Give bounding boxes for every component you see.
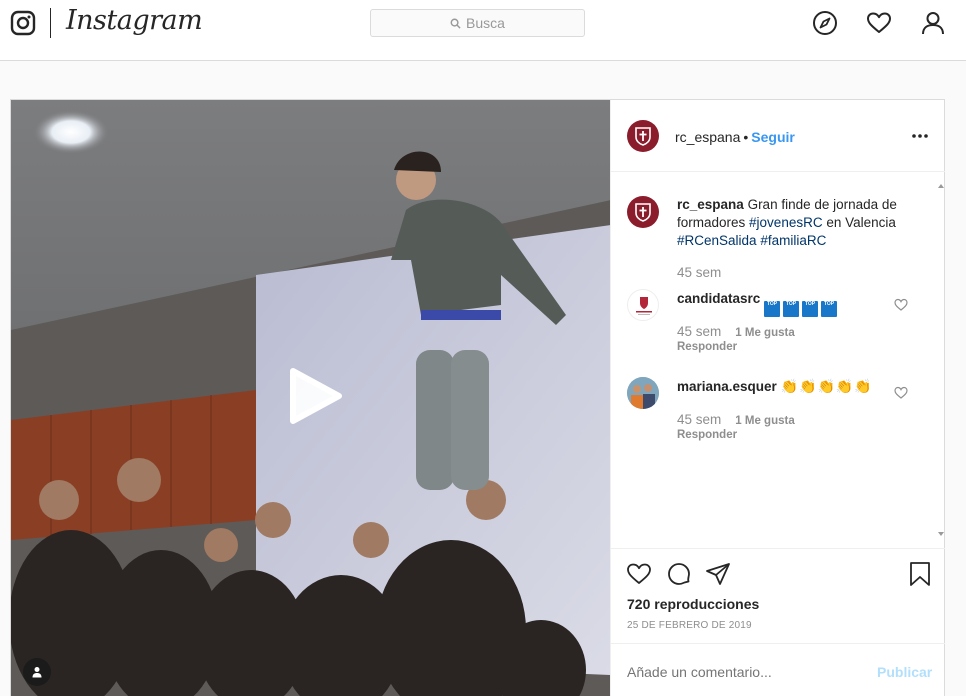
candidatas-logo-icon (636, 297, 652, 315)
comment-input[interactable] (627, 664, 847, 680)
caption-timestamp[interactable]: 45 sem (677, 265, 721, 280)
top-emoji-badge: TOP (764, 301, 781, 317)
clap-emoji: 👏 (799, 378, 817, 394)
top-navigation-bar: Instagram Busca (0, 0, 966, 61)
top-emoji-badge: TOP (821, 301, 838, 317)
logo-divider (50, 8, 51, 38)
reply-button[interactable]: Responder (677, 429, 737, 441)
caption-text-location: en Valencia (826, 215, 896, 230)
comment-text: mariana.esquer 👏👏👏👏👏 (677, 379, 873, 394)
header-user-line: rc_espana • Seguir (675, 129, 795, 145)
post-caption: rc_espana Gran finde de jornada de forma… (677, 196, 917, 250)
clap-emoji: 👏 (780, 378, 799, 394)
hashtag-link[interactable]: #RCenSalida (677, 233, 757, 248)
search-placeholder: Busca (466, 15, 505, 31)
scroll-down-arrow-icon[interactable] (938, 532, 944, 536)
view-count[interactable]: 720 reproducciones (627, 596, 759, 612)
dot-separator: • (743, 129, 749, 145)
comment-like-heart-icon[interactable] (894, 298, 908, 311)
post-actions: 720 reproducciones 25 DE FEBRERO DE 2019 (611, 548, 945, 641)
comment-avatar[interactable] (627, 377, 659, 409)
hashtag-link[interactable]: #familiaRC (760, 233, 826, 248)
caption-author-avatar[interactable] (627, 196, 659, 228)
comment-meta: 45 sem 1 Me gusta (677, 324, 795, 339)
rc-cross-logo-icon (635, 203, 651, 222)
post-video[interactable] (11, 100, 610, 696)
comment-username[interactable]: candidatasrc (677, 291, 760, 306)
search-box[interactable]: Busca (370, 9, 585, 37)
activity-heart-icon[interactable] (866, 10, 892, 36)
explore-compass-icon[interactable] (812, 10, 838, 36)
person-icon (32, 667, 42, 678)
instagram-camera-icon[interactable] (10, 10, 36, 36)
more-options-icon[interactable] (911, 128, 929, 144)
post-sidebar: rc_espana • Seguir rc_espana Gran finde de… (610, 100, 945, 696)
profile-icon[interactable] (920, 10, 946, 36)
clap-emoji: 👏 (854, 378, 872, 394)
comment-text: candidatasrc TOP TOP TOP TOP (677, 291, 840, 317)
comment-meta: 45 sem 1 Me gusta (677, 412, 795, 427)
rc-cross-logo-icon (635, 127, 651, 146)
tagged-people-button[interactable] (23, 658, 51, 686)
add-comment-bar: Publicar (611, 643, 945, 696)
comments-scrollbar[interactable] (937, 172, 945, 548)
author-avatar[interactable] (627, 120, 659, 152)
comment-timestamp[interactable]: 45 sem (677, 412, 721, 427)
share-paper-plane-icon[interactable] (705, 561, 731, 587)
comment-avatar[interactable] (627, 289, 659, 321)
caption-username[interactable]: rc_espana (677, 197, 744, 212)
comment-like-heart-icon[interactable] (894, 386, 908, 399)
comment-timestamp[interactable]: 45 sem (677, 324, 721, 339)
clap-emoji: 👏 (817, 378, 835, 394)
comments-list[interactable]: rc_espana Gran finde de jornada de forma… (611, 172, 945, 548)
publish-button[interactable]: Publicar (877, 664, 932, 680)
play-button-icon[interactable] (281, 363, 347, 429)
comment-like-count[interactable]: 1 Me gusta (735, 415, 794, 427)
top-emoji-badge: TOP (802, 301, 819, 317)
post-card: rc_espana • Seguir rc_espana Gran finde de… (10, 99, 945, 696)
scroll-up-arrow-icon[interactable] (938, 184, 944, 188)
comment-username[interactable]: mariana.esquer (677, 379, 777, 394)
follow-button[interactable]: Seguir (751, 129, 795, 145)
hashtag-link[interactable]: #jovenesRC (749, 215, 823, 230)
like-heart-icon[interactable] (626, 561, 652, 587)
comment-like-count[interactable]: 1 Me gusta (735, 327, 794, 339)
search-icon (450, 18, 461, 29)
instagram-wordmark[interactable]: Instagram (66, 5, 203, 36)
top-emoji-badge: TOP (783, 301, 800, 317)
post-date[interactable]: 25 DE FEBRERO DE 2019 (627, 620, 752, 631)
author-username[interactable]: rc_espana (675, 129, 740, 145)
reply-button[interactable]: Responder (677, 341, 737, 353)
post-header: rc_espana • Seguir (611, 100, 945, 172)
clap-emoji: 👏 (835, 378, 854, 394)
comment-bubble-icon[interactable] (666, 561, 692, 587)
save-bookmark-icon[interactable] (907, 561, 933, 587)
group-photo-avatar (627, 377, 659, 409)
